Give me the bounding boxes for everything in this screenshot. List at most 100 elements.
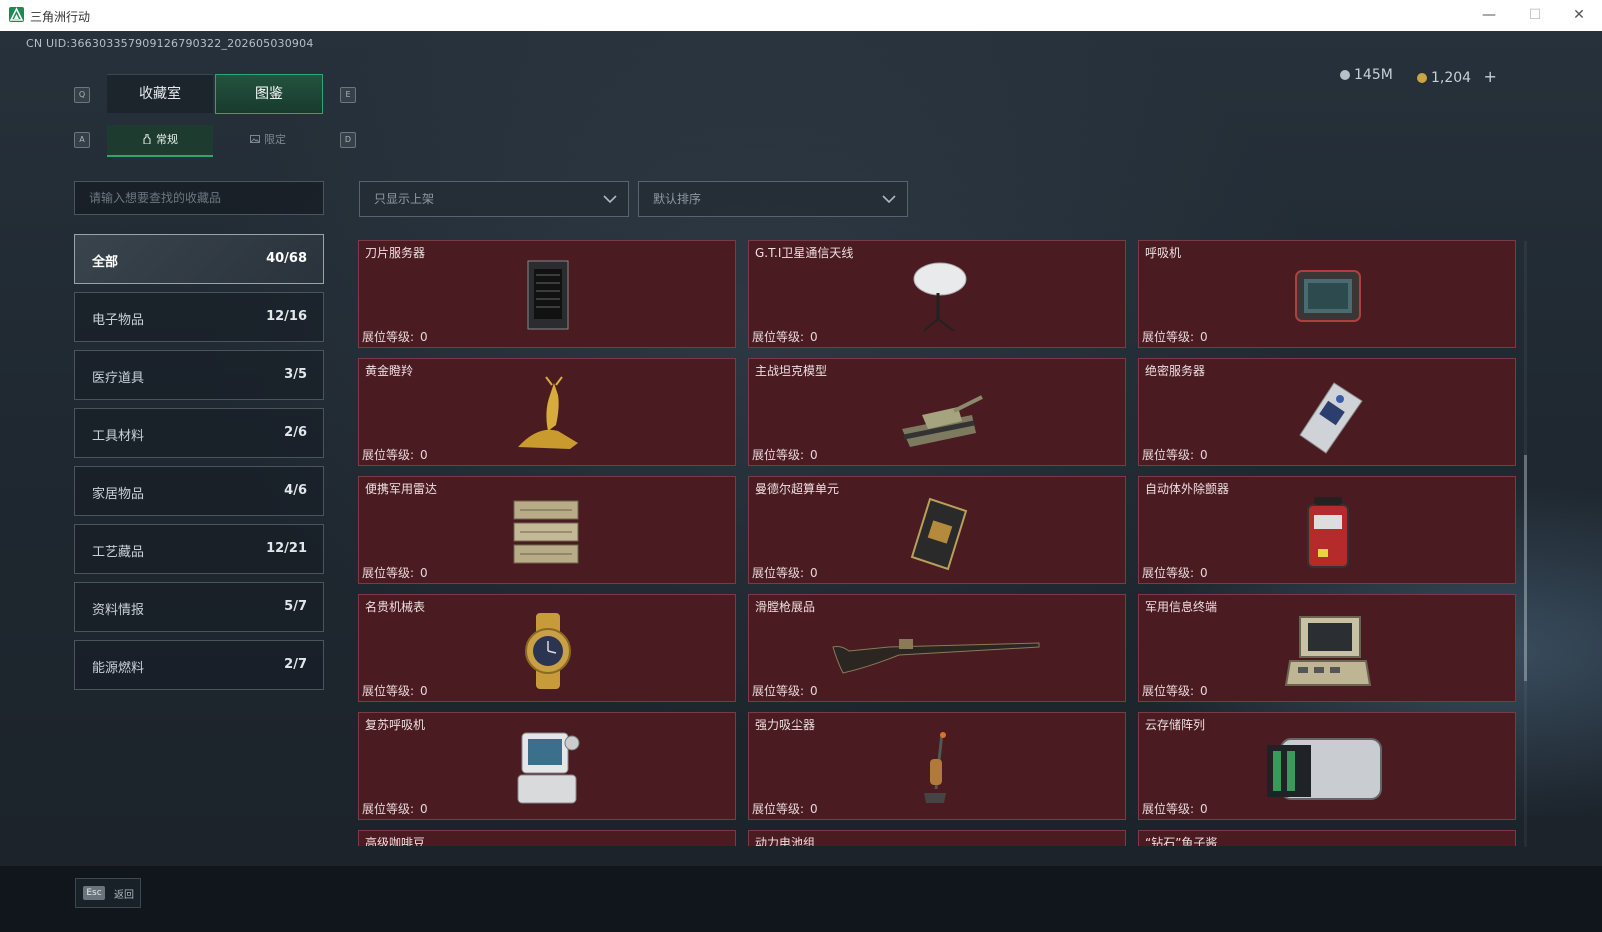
collection-card[interactable]: 绝密服务器 展位等级: 0 — [1138, 358, 1516, 466]
subtab-limited-label: 限定 — [264, 133, 286, 146]
level-label: 展位等级: — [1142, 684, 1195, 698]
collection-card[interactable]: 高级咖啡豆 展位等级:0 — [358, 830, 736, 846]
gold-currency: 1,204 + — [1417, 67, 1497, 86]
add-currency-button[interactable]: + — [1484, 67, 1497, 86]
level-label: 展位等级: — [1142, 448, 1195, 462]
collection-card[interactable]: 便携军用雷达 展位等级: 0 — [358, 476, 736, 584]
minimize-button[interactable]: — — [1472, 4, 1506, 26]
collection-card[interactable]: 主战坦克模型 展位等级: 0 — [748, 358, 1126, 466]
level-label: 展位等级: — [752, 448, 805, 462]
subtab-limited[interactable]: 限定 — [215, 125, 321, 155]
scrollbar-thumb[interactable] — [1524, 455, 1527, 681]
silver-amount: 145M — [1354, 67, 1393, 83]
level-label: 展位等级: — [362, 566, 415, 580]
level-value: 0 — [1200, 684, 1208, 698]
category-crafts[interactable]: 工艺藏品 12/21 — [74, 524, 324, 574]
subtab-regular[interactable]: 常规 — [107, 125, 213, 157]
collection-card[interactable]: 刀片服务器 展位等级: 0 — [358, 240, 736, 348]
silver-currency: 145M — [1340, 67, 1393, 83]
collection-card[interactable]: 复苏呼吸机 展位等级: 0 — [358, 712, 736, 820]
level-label: 展位等级: — [362, 684, 415, 698]
cloud-storage-icon — [1267, 738, 1382, 800]
key-hint-q: Q — [74, 87, 90, 103]
image-frame-icon — [250, 126, 260, 143]
card-level: 展位等级: 0 — [752, 446, 818, 463]
collection-card[interactable]: 滑膛枪展品 展位等级: 0 — [748, 594, 1126, 702]
collection-card[interactable]: 黄金瞪羚 展位等级: 0 — [358, 358, 736, 466]
category-medical[interactable]: 医疗道具 3/5 — [74, 350, 324, 400]
gold-coin-icon — [1417, 73, 1427, 83]
collection-card[interactable]: 名贵机械表 展位等级: 0 — [358, 594, 736, 702]
display-filter-dropdown[interactable]: 只显示上架 — [359, 181, 629, 217]
level-value: 0 — [810, 566, 818, 580]
card-level: 展位等级: 0 — [1142, 328, 1208, 345]
card-level: 展位等级: 0 — [752, 328, 818, 345]
collection-card[interactable]: 强力吸尘器 展位等级: 0 — [748, 712, 1126, 820]
level-label: 展位等级: — [1142, 802, 1195, 816]
collection-grid: 刀片服务器 展位等级: 0 G.T.I卫星通信天线 展位等级: 0 呼吸机 展位等级… — [358, 240, 1518, 846]
back-label: 返回 — [114, 890, 134, 901]
level-label: 展位等级: — [752, 684, 805, 698]
window-title: 三角洲行动 — [30, 10, 91, 24]
card-title: “钻石”鱼子酱 — [1145, 836, 1218, 846]
card-title: 自动体外除颤器 — [1145, 482, 1230, 496]
category-name: 工艺藏品 — [92, 545, 145, 560]
category-electronics[interactable]: 电子物品 12/16 — [74, 292, 324, 342]
card-title: 复苏呼吸机 — [365, 718, 426, 732]
category-count: 3/5 — [284, 367, 307, 382]
category-tools[interactable]: 工具材料 2/6 — [74, 408, 324, 458]
card-title: 滑膛枪展品 — [755, 600, 816, 614]
collection-card[interactable]: 动力电池组 展位等级:0 — [748, 830, 1126, 846]
level-value: 0 — [420, 330, 428, 344]
search-input[interactable]: 请输入想要查找的收藏品 — [74, 181, 324, 215]
card-title: 名贵机械表 — [365, 600, 426, 614]
esc-key-hint: Esc — [83, 886, 105, 900]
key-hint-a: A — [74, 132, 90, 148]
category-household[interactable]: 家居物品 4/6 — [74, 466, 324, 516]
collection-card[interactable]: “钻石”鱼子酱 展位等级:0 — [1138, 830, 1516, 846]
card-title: 云存储阵列 — [1145, 718, 1206, 732]
collection-card[interactable]: 呼吸机 展位等级: 0 — [1138, 240, 1516, 348]
category-name: 医疗道具 — [92, 371, 145, 386]
level-label: 展位等级: — [1142, 566, 1195, 580]
ventilator-icon — [1295, 270, 1361, 322]
silver-coin-icon — [1340, 70, 1350, 80]
game-area: CN UID:366303357909126790322_20260503090… — [0, 31, 1602, 932]
level-label: 展位等级: — [752, 802, 805, 816]
level-value: 0 — [1200, 330, 1208, 344]
close-button[interactable]: ✕ — [1562, 4, 1596, 26]
category-all[interactable]: 全部 40/68 — [74, 234, 324, 284]
golden-gazelle-icon — [518, 376, 578, 449]
collection-card[interactable]: 曼德尔超算单元 展位等级: 0 — [748, 476, 1126, 584]
card-level: 展位等级: 0 — [1142, 446, 1208, 463]
category-name: 电子物品 — [92, 313, 145, 328]
display-filter-value: 只显示上架 — [374, 192, 435, 206]
card-title: 动力电池组 — [755, 836, 816, 846]
category-count: 12/21 — [266, 541, 307, 556]
card-title: 绝密服务器 — [1145, 364, 1206, 378]
category-name: 全部 — [92, 255, 119, 270]
window-titlebar: 三角洲行动 — ☐ ✕ — [0, 0, 1602, 31]
maximize-button[interactable]: ☐ — [1518, 4, 1552, 26]
category-count: 2/6 — [284, 425, 307, 440]
category-intel[interactable]: 资料情报 5/7 — [74, 582, 324, 632]
card-title: 主战坦克模型 — [755, 364, 828, 378]
tab-catalog[interactable]: 图鉴 — [215, 74, 323, 114]
collection-card[interactable]: 军用信息终端 展位等级: 0 — [1138, 594, 1516, 702]
level-value: 0 — [1200, 802, 1208, 816]
collection-card[interactable]: G.T.I卫星通信天线 展位等级: 0 — [748, 240, 1126, 348]
chevron-down-icon — [603, 195, 617, 204]
sort-dropdown[interactable]: 默认排序 — [638, 181, 908, 217]
vacuum-cleaner-icon — [924, 732, 946, 803]
card-title: 便携军用雷达 — [365, 482, 438, 496]
collection-card[interactable]: 自动体外除颤器 展位等级: 0 — [1138, 476, 1516, 584]
card-level: 展位等级: 0 — [752, 800, 818, 817]
supercomputer-unit-icon — [910, 497, 968, 571]
back-button[interactable]: Esc 返回 — [75, 878, 141, 908]
category-name: 工具材料 — [92, 429, 145, 444]
collection-card[interactable]: 云存储阵列 展位等级: 0 — [1138, 712, 1516, 820]
category-energy[interactable]: 能源燃料 2/7 — [74, 640, 324, 690]
card-level: 展位等级: 0 — [1142, 564, 1208, 581]
level-value: 0 — [420, 802, 428, 816]
tab-collection-room[interactable]: 收藏室 — [107, 74, 213, 113]
